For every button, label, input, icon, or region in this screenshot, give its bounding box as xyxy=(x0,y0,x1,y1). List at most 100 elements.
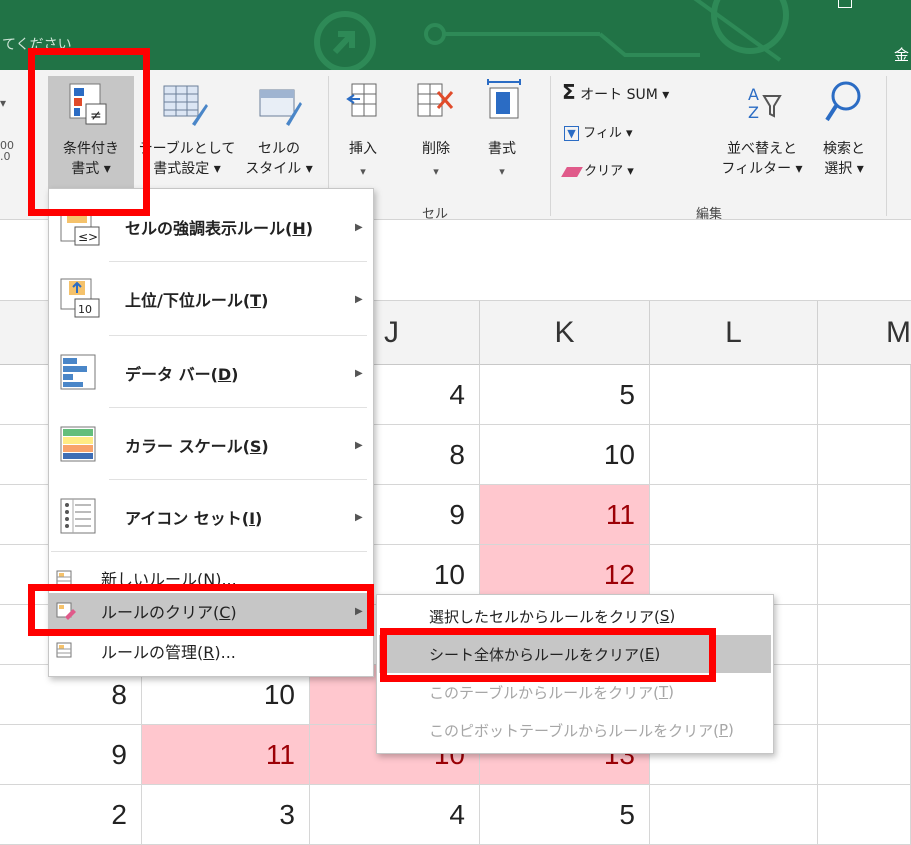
menu-label-color-scales: カラー スケール(S) xyxy=(125,437,269,456)
grid-cell-empty[interactable] xyxy=(818,365,911,425)
svg-text:Z: Z xyxy=(748,103,759,122)
find-select-button[interactable]: 検索と 選択 ▾ xyxy=(810,76,878,196)
grid-cell-empty[interactable] xyxy=(818,725,911,785)
grid-cell-empty[interactable] xyxy=(818,485,911,545)
menu-label-highlight-rules: セルの強調表示ルール(H) xyxy=(125,219,314,238)
menu-separator xyxy=(51,551,367,552)
grid-cell-empty[interactable] xyxy=(650,485,818,545)
grid-cell-empty[interactable] xyxy=(650,365,818,425)
annotation-box-clear-rules xyxy=(28,584,374,636)
svg-text:A: A xyxy=(748,85,759,104)
ribbon-separator xyxy=(550,76,551,216)
manage-rules-icon xyxy=(56,642,72,658)
icon-sets-icon xyxy=(60,498,96,534)
menu-item-manage-rules[interactable]: ルールの管理(R)... xyxy=(49,633,373,669)
grid-cell-empty[interactable] xyxy=(818,425,911,485)
submenu-arrow-icon: ▶ xyxy=(355,439,363,451)
menu-separator xyxy=(109,335,367,336)
svg-text:10: 10 xyxy=(78,303,92,316)
grid-cell[interactable]: 4 xyxy=(310,785,480,845)
sort-filter-button[interactable]: A Z 並べ替えと フィルター ▾ xyxy=(716,76,808,196)
delete-dropdown-arrow: ▾ xyxy=(433,165,439,178)
color-scales-icon xyxy=(60,426,96,462)
delete-cells-button[interactable]: 削除 ▾ xyxy=(406,76,466,196)
fill-down-icon: ▼ xyxy=(564,126,579,141)
clear-button[interactable]: クリア ▾ xyxy=(561,160,634,179)
cell-styles-label-2: スタイル ▾ xyxy=(245,161,313,177)
cell-styles-label: セルの xyxy=(258,141,300,157)
submenu-arrow-icon: ▶ xyxy=(355,221,363,233)
format-as-table-button[interactable]: テーブルとして 書式設定 ▾ xyxy=(136,76,238,196)
column-header-l[interactable]: L xyxy=(650,301,818,365)
grid-cell[interactable]: 11 xyxy=(142,725,310,785)
find-select-label-2: 選択 ▾ xyxy=(824,161,864,177)
format-as-table-label-2: 書式設定 ▾ xyxy=(153,161,221,177)
editing-group-label: 編集 xyxy=(696,207,723,222)
menu-item-data-bars[interactable]: データ バー(D) ▶ xyxy=(49,341,373,405)
eraser-icon xyxy=(561,166,583,177)
annotation-box-clear-entire-sheet xyxy=(380,628,716,682)
format-label: 書式 xyxy=(488,141,516,157)
magnifier-icon xyxy=(825,81,861,122)
grid-cell-empty[interactable] xyxy=(818,665,911,725)
autosum-button[interactable]: Σ オート SUM ▾ xyxy=(562,80,669,104)
grid-cell[interactable]: 9 xyxy=(0,725,142,785)
decimal-partial[interactable]: 00.0 xyxy=(0,140,14,162)
insert-label: 挿入 xyxy=(349,141,377,157)
menu-separator xyxy=(109,407,367,408)
menu-item-color-scales[interactable]: カラー スケール(S) ▶ xyxy=(49,413,373,477)
menu-label-data-bars: データ バー(D) xyxy=(125,365,239,384)
menu-label-icon-sets: アイコン セット(I) xyxy=(125,509,263,528)
column-header-k[interactable]: K xyxy=(480,301,650,365)
find-select-label: 検索と xyxy=(823,141,865,157)
format-cells-icon xyxy=(487,79,521,119)
data-bars-icon xyxy=(60,354,96,390)
sort-filter-label-2: フィルター ▾ xyxy=(721,161,803,177)
top-bottom-rules-icon: 10 xyxy=(60,278,100,318)
cell-styles-button[interactable]: セルの スタイル ▾ xyxy=(240,76,318,196)
menu-label-top-bottom-rules: 上位/下位ルール(T) xyxy=(125,291,269,310)
grid-cell-empty[interactable] xyxy=(650,785,818,845)
format-as-table-label: テーブルとして xyxy=(138,141,236,157)
user-name[interactable]: 金 xyxy=(894,44,909,65)
menu-separator xyxy=(109,479,367,480)
column-header-m[interactable]: M xyxy=(818,301,911,365)
delete-label: 削除 xyxy=(422,141,450,157)
grid-cell[interactable]: 3 xyxy=(142,785,310,845)
svg-text:≤>: ≤> xyxy=(78,230,98,244)
cells-group-label: セル xyxy=(422,207,449,222)
insert-cells-icon xyxy=(346,83,377,117)
submenu-arrow-icon: ▶ xyxy=(355,367,363,379)
submenu-item-clear-pivot[interactable]: このピボットテーブルからルールをクリア(P) xyxy=(379,711,771,749)
submenu-arrow-icon: ▶ xyxy=(355,293,363,305)
delete-cells-icon xyxy=(417,83,454,117)
menu-item-icon-sets[interactable]: アイコン セット(I) ▶ xyxy=(49,485,373,549)
grid-cell-empty[interactable] xyxy=(650,425,818,485)
cell-styles-icon xyxy=(259,89,302,126)
restore-window-icon[interactable] xyxy=(838,0,852,8)
clear-label: クリア ▾ xyxy=(584,164,634,179)
menu-label-manage-rules: ルールの管理(R)... xyxy=(101,643,236,662)
format-cells-button[interactable]: 書式 ▾ xyxy=(474,76,530,196)
number-format-dropdown-partial[interactable]: ▾ xyxy=(0,96,6,110)
insert-dropdown-arrow: ▾ xyxy=(360,165,366,178)
submenu-arrow-icon: ▶ xyxy=(355,511,363,523)
insert-cells-button[interactable]: 挿入 ▾ xyxy=(336,76,390,196)
grid-cell[interactable]: 5 xyxy=(480,785,650,845)
grid-cell-empty[interactable] xyxy=(818,785,911,845)
grid-cell[interactable]: 11 xyxy=(480,485,650,545)
menu-separator xyxy=(109,261,367,262)
ribbon-separator xyxy=(886,76,887,216)
format-dropdown-arrow: ▾ xyxy=(499,165,505,178)
format-as-table-icon xyxy=(163,85,208,126)
grid-cell[interactable]: 5 xyxy=(480,365,650,425)
menu-item-top-bottom-rules[interactable]: 10 上位/下位ルール(T) ▶ xyxy=(49,265,373,333)
grid-cell-empty[interactable] xyxy=(818,545,911,605)
sigma-icon: Σ xyxy=(562,80,576,104)
autosum-label: オート SUM ▾ xyxy=(580,87,670,103)
grid-cell[interactable]: 2 xyxy=(0,785,142,845)
grid-cell-empty[interactable] xyxy=(818,605,911,665)
grid-cell[interactable]: 10 xyxy=(480,425,650,485)
fill-button[interactable]: ▼ フィル ▾ xyxy=(564,122,633,141)
sort-az-icon: A Z xyxy=(748,85,782,122)
